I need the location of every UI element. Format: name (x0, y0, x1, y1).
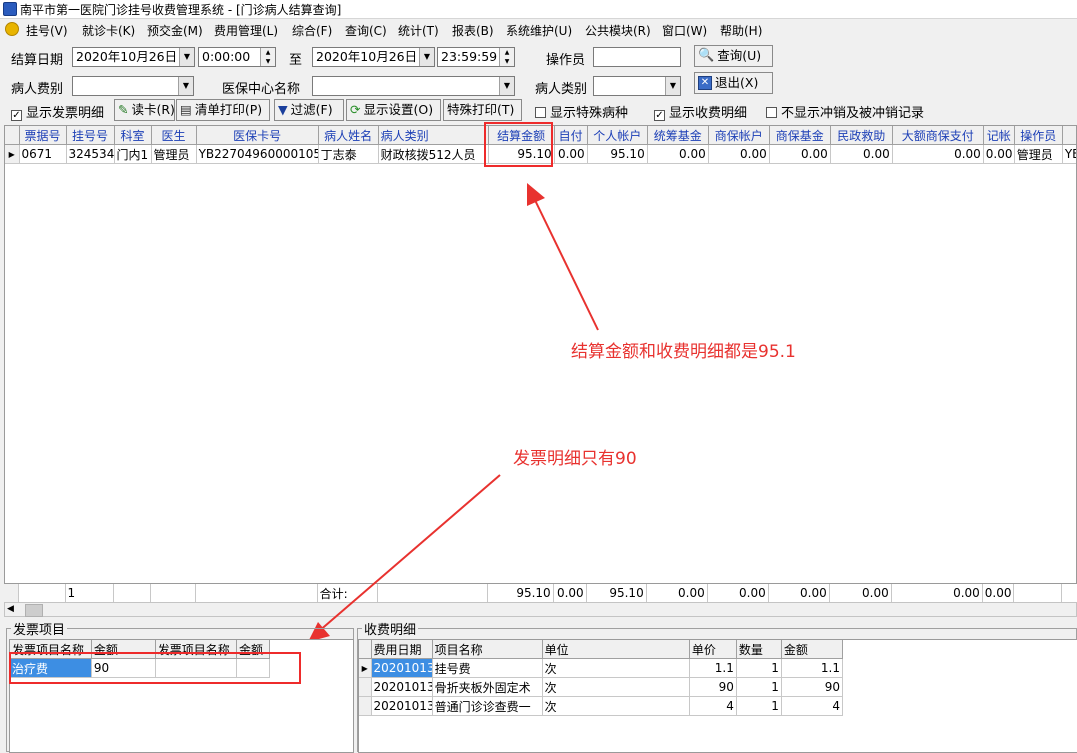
invoice-note: 发票明细只有90 (513, 449, 637, 469)
table-cell[interactable]: 1.1 (689, 658, 737, 678)
column-header[interactable]: 费用日期 (371, 640, 433, 659)
table-cell[interactable]: 挂号费 (432, 658, 543, 678)
row-indicator-header (359, 640, 372, 659)
fee-detail-table: 费用日期 项目名称 单位 单价 数量 金额 ▶ 20201013 挂号费 次 1… (359, 640, 844, 716)
column-header[interactable]: 单价 (689, 640, 737, 659)
column-header[interactable]: 金额 (781, 640, 844, 659)
row-indicator (359, 696, 372, 716)
highlight-invoice-item (9, 652, 301, 684)
table-cell[interactable]: 1 (736, 658, 782, 678)
row-indicator (359, 677, 372, 697)
table-cell[interactable]: 1 (736, 696, 782, 716)
table-row[interactable]: ▶ 20201013 挂号费 次 1.1 1 1.1 (359, 658, 844, 678)
table-cell[interactable]: 次 (542, 677, 690, 697)
table-cell[interactable]: 20201013 (371, 696, 433, 716)
invoice-items-title: 发票项目 (11, 619, 68, 638)
row-pointer-icon: ▶ (359, 658, 372, 678)
table-cell[interactable]: 90 (781, 677, 844, 697)
table-cell[interactable]: 1 (736, 677, 782, 697)
table-cell[interactable]: 20201013 (371, 677, 433, 697)
table-cell[interactable]: 4 (689, 696, 737, 716)
table-row[interactable]: 20201013 普通门诊诊查费一 次 4 1 4 (359, 696, 844, 716)
table-cell[interactable]: 90 (689, 677, 737, 697)
arrow-line (317, 474, 501, 633)
arrow-line (532, 195, 599, 331)
table-cell[interactable]: 骨折夹板外固定术 (432, 677, 543, 697)
table-row[interactable]: 20201013 骨折夹板外固定术 次 90 1 90 (359, 677, 844, 697)
table-cell[interactable]: 4 (781, 696, 844, 716)
settle-note: 结算金额和收费明细都是95.1 (571, 342, 796, 362)
table-cell[interactable]: 普通门诊诊查费一 (432, 696, 543, 716)
column-header[interactable]: 数量 (736, 640, 782, 659)
table-cell[interactable]: 1.1 (781, 658, 844, 678)
fee-detail-title: 收费明细 (362, 619, 419, 638)
table-cell[interactable]: 次 (542, 696, 690, 716)
table-cell[interactable]: 次 (542, 658, 690, 678)
column-header[interactable]: 单位 (542, 640, 690, 659)
column-header[interactable]: 项目名称 (432, 640, 543, 659)
table-cell[interactable]: 20201013 (371, 658, 433, 678)
fee-detail-grid[interactable]: 费用日期 项目名称 单位 单价 数量 金额 ▶ 20201013 挂号费 次 1… (358, 639, 1077, 753)
